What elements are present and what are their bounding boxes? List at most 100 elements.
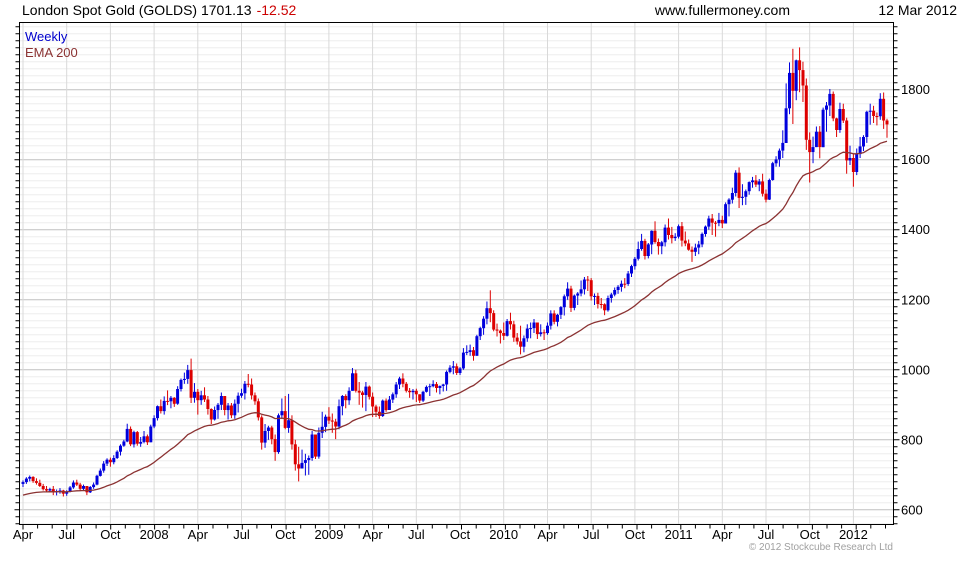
x-axis-label: Oct xyxy=(100,527,121,542)
candle xyxy=(710,214,714,235)
x-axis-label: Apr xyxy=(13,527,34,542)
candle-body xyxy=(882,98,886,121)
candle xyxy=(357,382,361,405)
candle-body xyxy=(31,476,35,482)
candle-body xyxy=(287,420,291,428)
candle-body xyxy=(757,181,761,185)
chart-title: London Spot Gold (GOLDS) 1701.13 xyxy=(22,2,252,18)
plot-border xyxy=(19,22,894,525)
candle xyxy=(199,390,203,405)
candle-body xyxy=(559,307,563,315)
candle xyxy=(179,378,183,392)
candle-body xyxy=(619,283,623,287)
candle-body xyxy=(354,373,358,391)
candle xyxy=(730,187,734,204)
candle-body xyxy=(667,227,670,235)
candle xyxy=(828,89,832,116)
candle xyxy=(445,370,449,391)
candle-body xyxy=(246,383,250,385)
candle xyxy=(149,424,153,443)
candle xyxy=(226,403,230,420)
candle xyxy=(186,364,190,384)
candle xyxy=(209,408,213,424)
candle-body xyxy=(596,295,600,304)
candle-body xyxy=(546,325,549,334)
candle-body xyxy=(337,406,341,427)
candle xyxy=(767,178,771,200)
candle-body xyxy=(586,279,590,281)
candle-body xyxy=(593,295,596,297)
candle-body xyxy=(290,420,294,445)
candle-body xyxy=(656,242,660,247)
candle-body xyxy=(878,98,882,117)
candle-body xyxy=(129,428,133,445)
candle-body xyxy=(673,236,677,239)
candle xyxy=(774,156,778,167)
candle xyxy=(626,271,630,286)
candle-body xyxy=(324,416,328,427)
legend-weekly-label: Weekly xyxy=(25,29,68,44)
candle xyxy=(848,145,852,165)
candle-body xyxy=(488,308,492,314)
candle-body xyxy=(243,383,247,394)
candle-body xyxy=(142,436,146,442)
candle xyxy=(478,326,482,340)
candle xyxy=(559,306,563,319)
candle-body xyxy=(132,432,136,445)
candle xyxy=(697,240,701,255)
candle-body xyxy=(223,396,227,410)
candle-body xyxy=(226,405,230,411)
candle xyxy=(455,363,459,375)
candle-body xyxy=(576,293,580,296)
candle-body xyxy=(700,233,704,245)
candle xyxy=(280,398,284,419)
candle xyxy=(656,238,660,255)
candle xyxy=(344,394,348,409)
x-axis-label: Jul xyxy=(758,527,775,542)
candle xyxy=(263,424,267,448)
candle xyxy=(509,312,512,330)
candle-body xyxy=(448,367,452,372)
candle-body xyxy=(179,379,183,389)
candle xyxy=(687,239,691,251)
candle xyxy=(868,103,872,125)
candle xyxy=(112,455,116,465)
x-axis-label: Oct xyxy=(625,527,646,542)
candle-body xyxy=(724,204,728,224)
candle-body xyxy=(572,295,576,308)
candle-body xyxy=(505,321,509,336)
candle-body xyxy=(347,390,351,401)
candle-body xyxy=(367,386,371,397)
x-axis-label: Apr xyxy=(537,527,558,542)
candle-body xyxy=(75,482,79,485)
candle xyxy=(203,387,206,402)
candle-body xyxy=(219,396,223,405)
candle-body xyxy=(92,484,96,488)
candle xyxy=(65,490,69,496)
candle xyxy=(364,382,368,412)
x-axis-label: Apr xyxy=(712,527,733,542)
candle-body xyxy=(256,401,260,418)
candle-body xyxy=(330,420,334,422)
candle-body xyxy=(663,227,667,243)
candle xyxy=(576,292,580,305)
candle xyxy=(714,221,717,237)
candle xyxy=(156,405,159,421)
chart-date: 12 Mar 2012 xyxy=(878,2,957,18)
x-axis-label: Jul xyxy=(583,527,600,542)
candle-body xyxy=(182,378,186,380)
candle xyxy=(122,439,126,447)
candle xyxy=(764,189,768,203)
candle-body xyxy=(562,296,566,308)
candle-body xyxy=(633,258,637,267)
candle xyxy=(804,78,808,150)
candle-body xyxy=(646,244,650,256)
candle xyxy=(246,374,250,388)
candle-body xyxy=(45,489,48,491)
candle xyxy=(216,403,220,419)
candle-body xyxy=(482,318,486,329)
candle xyxy=(653,221,657,244)
candle-body xyxy=(193,391,196,398)
candle-body xyxy=(707,218,711,227)
x-axis-label: Oct xyxy=(800,527,821,542)
